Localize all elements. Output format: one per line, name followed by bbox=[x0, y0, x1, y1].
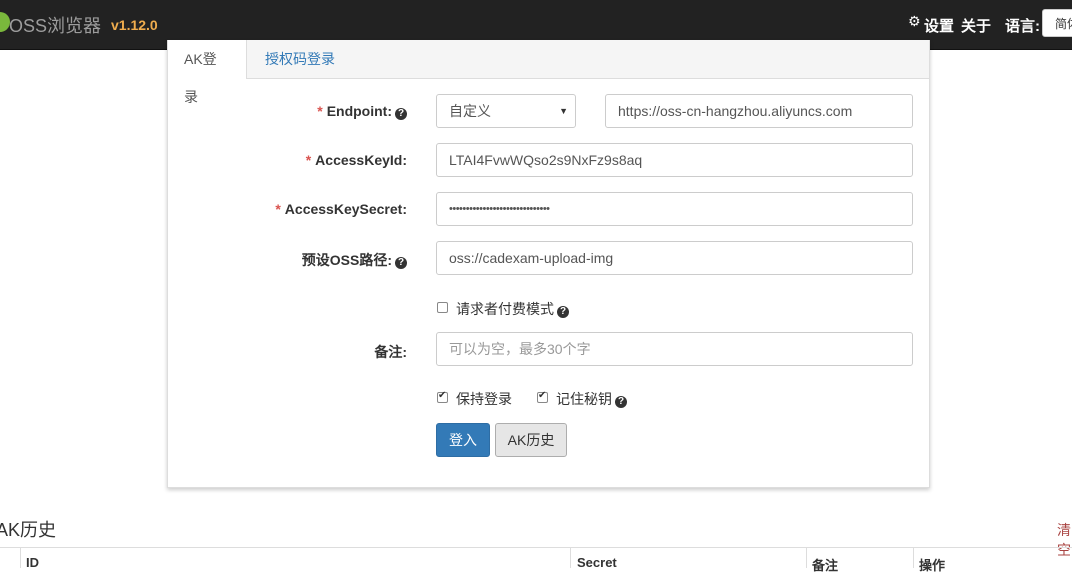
column-divider bbox=[20, 548, 21, 568]
help-icon[interactable]: ? bbox=[395, 257, 407, 269]
version-label: v1.12.0 bbox=[111, 17, 158, 33]
settings-link[interactable]: 设置 bbox=[924, 15, 954, 36]
preset-path-label: 预设OSS路径:? bbox=[302, 250, 407, 270]
keep-login-checkbox[interactable] bbox=[437, 390, 448, 403]
endpoint-label-text: Endpoint: bbox=[326, 103, 392, 119]
note-input[interactable]: 可以为空，最多30个字 bbox=[436, 332, 913, 366]
endpoint-type-select[interactable]: 自定义 ▼ bbox=[436, 94, 576, 128]
help-icon[interactable]: ? bbox=[557, 306, 569, 318]
column-header-id: ID bbox=[26, 555, 39, 570]
required-marker: * bbox=[275, 201, 281, 217]
tab-ak-login[interactable]: AK登录 bbox=[168, 40, 247, 105]
requester-pays-label-text: 请求者付费模式 bbox=[456, 301, 554, 317]
ak-history-title: AK历史 bbox=[0, 520, 57, 540]
requester-pays-checkbox[interactable] bbox=[437, 302, 448, 313]
keep-login-label: 保持登录 bbox=[456, 391, 512, 407]
required-marker: * bbox=[317, 103, 323, 119]
language-select[interactable]: 简体中文 bbox=[1042, 9, 1072, 37]
preset-path-input[interactable]: oss://cadexam-upload-img bbox=[436, 241, 913, 275]
login-tabs: AK登录 授权码登录 bbox=[168, 40, 929, 105]
app-title: OSS浏览器 bbox=[9, 16, 102, 36]
requester-pays-label: 请求者付费模式? bbox=[456, 299, 569, 319]
column-header-secret: Secret bbox=[577, 555, 617, 570]
endpoint-label: * Endpoint:? bbox=[317, 103, 407, 120]
column-header-actions: 操作 bbox=[919, 558, 946, 573]
accesskeyid-input[interactable]: LTAI4FvwWQso2s9NxFz9s8aq bbox=[436, 143, 913, 177]
column-divider bbox=[570, 548, 571, 568]
chevron-down-icon: ▼ bbox=[559, 106, 568, 116]
note-label: 备注: bbox=[374, 344, 407, 360]
column-divider bbox=[806, 548, 807, 568]
accesskeysecret-label: * AccessKeySecret: bbox=[275, 201, 407, 217]
preset-path-label-text: 预设OSS路径: bbox=[301, 252, 392, 268]
endpoint-type-value: 自定义 bbox=[449, 103, 491, 119]
column-header-note: 备注 bbox=[812, 558, 839, 573]
accesskeysecret-label-text: AccessKeySecret: bbox=[284, 201, 407, 217]
help-icon[interactable]: ? bbox=[615, 396, 627, 408]
language-label: 语言: bbox=[1005, 18, 1040, 35]
login-panel: AK登录 授权码登录 * Endpoint:? 自定义 ▼ https://oss… bbox=[167, 40, 930, 488]
about-link[interactable]: 关于 bbox=[961, 15, 991, 36]
login-button[interactable]: 登入 bbox=[436, 423, 490, 457]
gear-icon[interactable]: ⚙ bbox=[908, 13, 921, 30]
accesskeyid-label-text: AccessKeyId: bbox=[315, 152, 407, 168]
remember-key-label: 记住秘钥? bbox=[556, 389, 627, 409]
accesskeysecret-input[interactable]: •••••••••••••••••••••••••••••• bbox=[436, 192, 913, 226]
remember-key-label-text: 记住秘钥 bbox=[556, 391, 612, 407]
accesskeyid-label: * AccessKeyId: bbox=[306, 152, 407, 168]
tab-auth-code-login[interactable]: 授权码登录 bbox=[249, 40, 351, 78]
ak-history-button[interactable]: AK历史 bbox=[495, 423, 567, 457]
endpoint-input[interactable]: https://oss-cn-hangzhou.aliyuncs.com bbox=[605, 94, 913, 128]
column-divider bbox=[913, 548, 914, 568]
ak-history-table: ID Secret 备注 操作 bbox=[0, 547, 1072, 573]
required-marker: * bbox=[305, 152, 312, 168]
help-icon[interactable]: ? bbox=[395, 108, 407, 120]
remember-key-checkbox[interactable] bbox=[537, 390, 548, 403]
